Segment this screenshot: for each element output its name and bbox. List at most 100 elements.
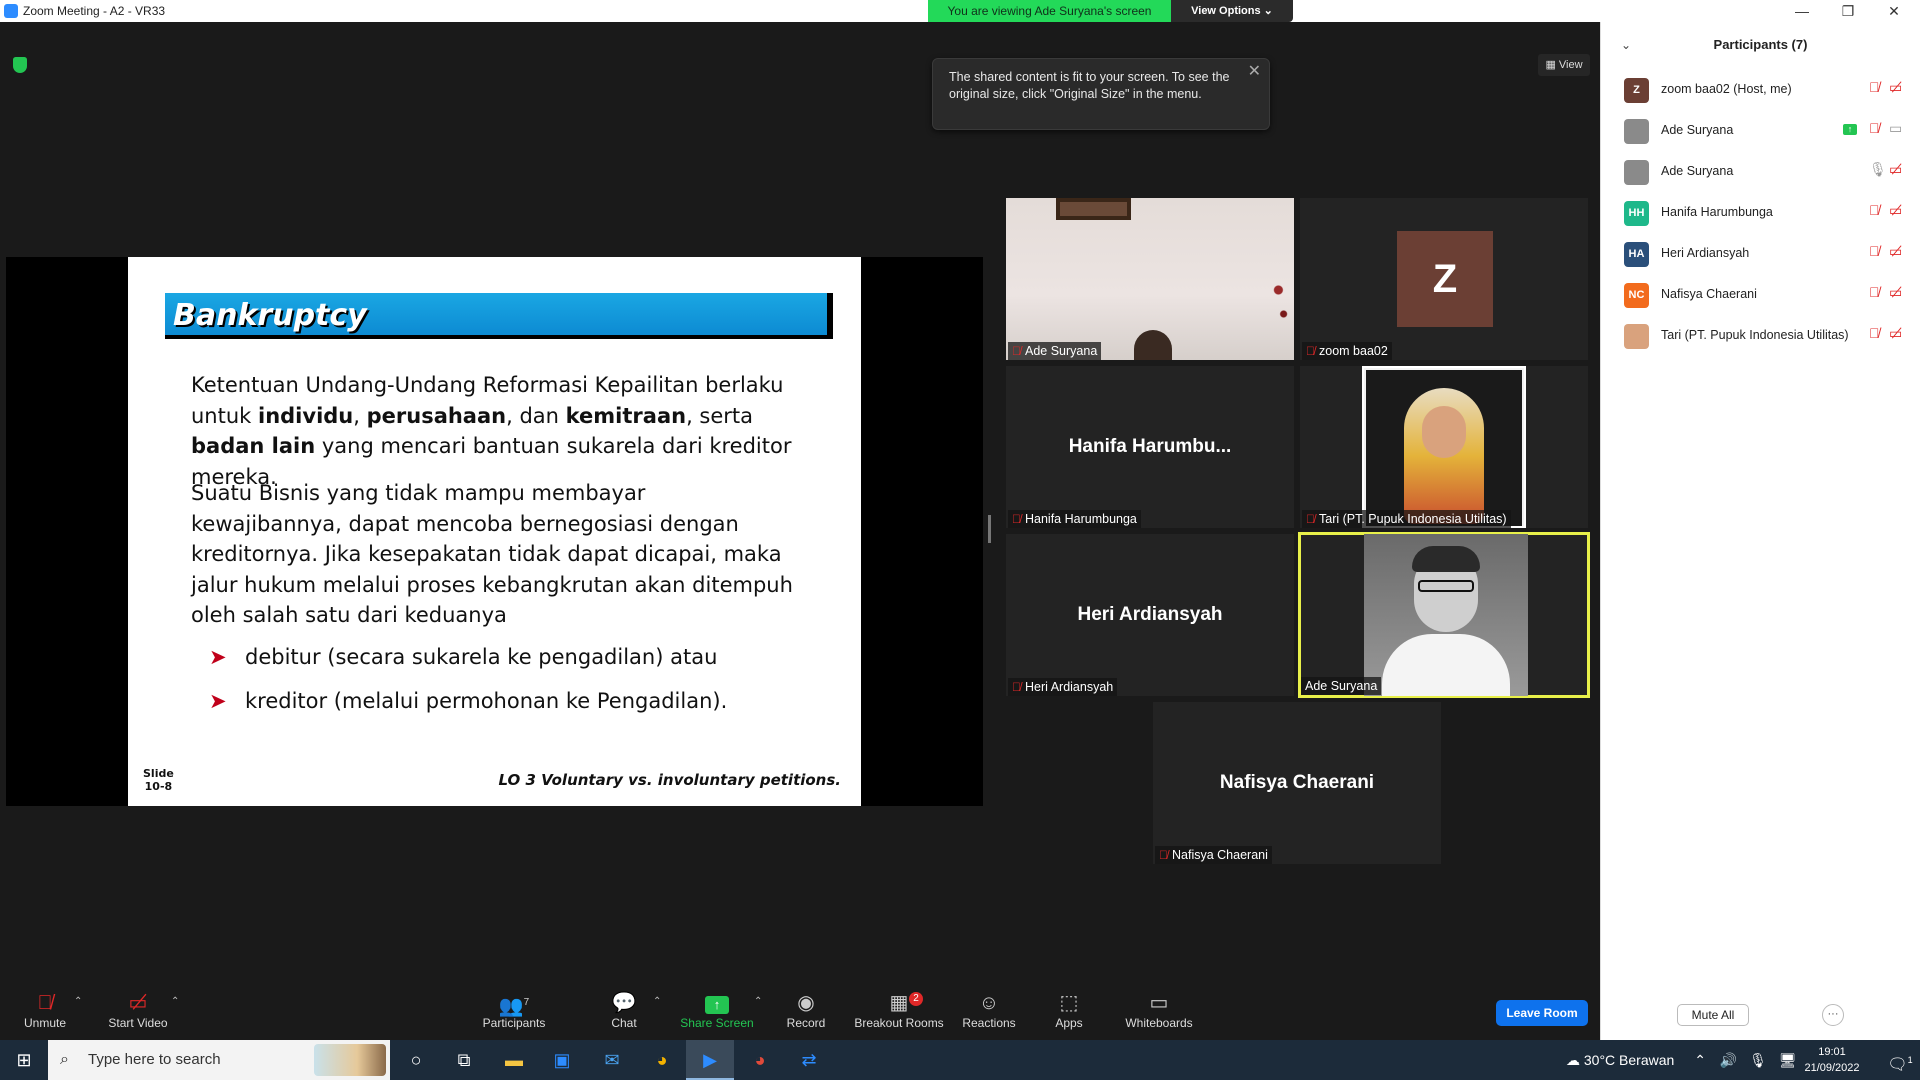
- video-tile-active-speaker[interactable]: Ade Suryana: [1298, 532, 1590, 698]
- chat-button[interactable]: 💬 Chat ⌃: [579, 990, 669, 1030]
- mic-on-icon[interactable]: 🎙: [1869, 161, 1887, 178]
- network-icon[interactable]: 🖥: [1779, 1052, 1797, 1068]
- close-button[interactable]: ✕: [1874, 2, 1914, 20]
- participant-name: Ade Suryana: [1661, 164, 1734, 178]
- breakout-rooms-button[interactable]: ▦ 2 Breakout Rooms: [853, 990, 945, 1030]
- notification-count: 1: [1907, 1055, 1913, 1065]
- participants-count: 7: [523, 997, 530, 1008]
- view-button[interactable]: ▦ View: [1538, 54, 1590, 76]
- reactions-button[interactable]: ☺ Reactions: [944, 990, 1034, 1030]
- video-tile[interactable]: 🎙̸ Tari (PT. Pupuk Indonesia Utilitas): [1300, 366, 1588, 528]
- split-view-handle[interactable]: [988, 515, 991, 543]
- search-icon: ⌕: [60, 1051, 69, 1068]
- chrome-icon[interactable]: ◕: [638, 1040, 686, 1080]
- video-tile[interactable]: Z 🎙̸ zoom baa02: [1300, 198, 1588, 360]
- video-off-icon[interactable]: ▭̸: [1889, 161, 1902, 178]
- zoom-app-icon: [4, 4, 18, 18]
- close-icon[interactable]: ✕: [1248, 63, 1261, 80]
- video-tile[interactable]: Heri Ardiansyah 🎙̸ Heri Ardiansyah: [1006, 534, 1294, 696]
- video-off-icon[interactable]: ▭̸: [1889, 284, 1902, 301]
- security-shield-icon[interactable]: [13, 57, 27, 73]
- name-tag: 🎙̸ Hanifa Harumbunga: [1008, 510, 1141, 528]
- reactions-icon: ☺: [978, 992, 1000, 1014]
- video-off-icon[interactable]: ▭̸: [1889, 325, 1902, 342]
- participant-row[interactable]: Ade Suryana 🎙 ▭̸: [1601, 151, 1920, 192]
- chevron-up-icon[interactable]: ⌃: [171, 996, 179, 1007]
- view-options-button[interactable]: View Options ⌄: [1171, 0, 1293, 22]
- chrome-profile-icon[interactable]: ◕: [736, 1040, 784, 1080]
- zoom-taskbar-icon[interactable]: ▶: [686, 1040, 734, 1080]
- slide-number-value: 10-8: [144, 780, 173, 793]
- shared-screen[interactable]: Bankruptcy Ketentuan Undang-Undang Refor…: [6, 257, 983, 806]
- weather-text[interactable]: 30°C Berawan: [1584, 1052, 1674, 1068]
- mic-muted-icon[interactable]: 🎙̸: [1869, 202, 1880, 218]
- mic-muted-icon[interactable]: 🎙̸: [1869, 284, 1880, 300]
- date: 21/09/2022: [1804, 1062, 1860, 1074]
- mic-muted-icon[interactable]: 🎙̸: [1869, 120, 1880, 136]
- microphone-icon[interactable]: 🎙: [1749, 1052, 1767, 1068]
- minimize-button[interactable]: —: [1782, 2, 1822, 20]
- participant-row[interactable]: HA Heri Ardiansyah 🎙̸ ▭̸: [1601, 233, 1920, 274]
- participant-name: Ade Suryana: [1305, 679, 1378, 693]
- video-tile[interactable]: Nafisya Chaerani 🎙̸ Nafisya Chaerani: [1153, 702, 1441, 864]
- participant-row[interactable]: Ade Suryana ↑ 🎙̸ ▭: [1601, 110, 1920, 151]
- avatar: NC: [1624, 283, 1649, 308]
- name-tag: Ade Suryana: [1301, 677, 1382, 695]
- participants-panel: ⌄ Participants (7) Z zoom baa02 (Host, m…: [1600, 22, 1920, 1040]
- video-off-icon[interactable]: ▭̸: [1889, 79, 1902, 96]
- weather-icon[interactable]: ☁: [1566, 1052, 1584, 1068]
- teamviewer-icon[interactable]: ⇄: [785, 1040, 833, 1080]
- start-video-button[interactable]: ▭̸ Start Video ⌃: [93, 990, 183, 1030]
- leave-room-button[interactable]: Leave Room: [1496, 1000, 1588, 1026]
- mic-muted-icon[interactable]: 🎙̸: [1869, 243, 1880, 259]
- video-off-icon[interactable]: ▭̸: [1889, 202, 1902, 219]
- video-tile[interactable]: 🎙̸ Ade Suryana: [1006, 198, 1294, 360]
- bold-text: kemitraan: [565, 403, 687, 428]
- apps-icon: ⬚: [1059, 992, 1079, 1014]
- panel-title: Participants (7): [1713, 37, 1808, 52]
- breakout-rooms-icon: ▦: [889, 992, 909, 1014]
- apps-button[interactable]: ⬚ Apps: [1024, 990, 1114, 1030]
- volume-icon[interactable]: 🔊: [1720, 1052, 1737, 1068]
- video-tile[interactable]: Hanifa Harumbu... 🎙̸ Hanifa Harumbunga: [1006, 366, 1294, 528]
- task-view-icon[interactable]: ⧉: [440, 1040, 488, 1080]
- more-options-button[interactable]: ···: [1822, 1004, 1844, 1026]
- mail-icon[interactable]: ✉: [588, 1040, 636, 1080]
- participant-display-name: Hanifa Harumbu...: [1068, 436, 1232, 457]
- mic-muted-icon: 🎙̸: [1012, 680, 1021, 694]
- bold-text: individu: [258, 403, 354, 428]
- avatar: HA: [1624, 242, 1649, 267]
- participant-row[interactable]: Tari (PT. Pupuk Indonesia Utilitas) 🎙̸ ▭…: [1601, 315, 1920, 356]
- cortana-icon[interactable]: ○: [392, 1040, 440, 1080]
- participant-name: zoom baa02 (Host, me): [1661, 82, 1792, 96]
- notification-center-icon[interactable]: 🗨1: [1880, 1040, 1920, 1080]
- chevron-up-icon[interactable]: ⌃: [653, 996, 661, 1007]
- participants-button[interactable]: 👥7 Participants: [469, 990, 559, 1030]
- participant-row[interactable]: NC Nafisya Chaerani 🎙̸ ▭̸: [1601, 274, 1920, 315]
- windows-taskbar: ⊞ ⌕ Type here to search ○ ⧉ ▬ ▣ ✉ ◕ ▶ ◕ …: [0, 1040, 1920, 1080]
- mic-muted-icon[interactable]: 🎙̸: [1869, 325, 1880, 341]
- video-on-icon[interactable]: ▭: [1889, 120, 1902, 137]
- mic-muted-icon[interactable]: 🎙̸: [1869, 79, 1880, 95]
- chevron-up-icon[interactable]: ⌃: [1694, 1052, 1706, 1068]
- breakout-badge: 2: [909, 992, 923, 1006]
- bullet-arrow-icon: ➤: [209, 689, 227, 713]
- record-button[interactable]: ◉ Record: [761, 990, 851, 1030]
- whiteboards-button[interactable]: ▭ Whiteboards: [1114, 990, 1204, 1030]
- share-screen-button[interactable]: ↑ Share Screen ⌃: [672, 990, 762, 1030]
- chevron-up-icon[interactable]: ⌃: [74, 996, 82, 1007]
- file-explorer-icon[interactable]: ▬: [490, 1040, 538, 1080]
- clock[interactable]: 19:01 21/09/2022: [1800, 1044, 1864, 1076]
- system-tray: ☁ 30°C Berawan ⌃ 🔊 🎙 🖥: [1566, 1040, 1797, 1080]
- unmute-button[interactable]: 🎙̸ Unmute ⌃: [0, 990, 90, 1030]
- video-off-icon[interactable]: ▭̸: [1889, 243, 1902, 260]
- mute-all-button[interactable]: Mute All: [1677, 1004, 1749, 1026]
- participant-row[interactable]: HH Hanifa Harumbunga 🎙̸ ▭̸: [1601, 192, 1920, 233]
- taskbar-search[interactable]: ⌕ Type here to search: [48, 1040, 390, 1080]
- restore-button[interactable]: ❐: [1828, 2, 1868, 20]
- microsoft-store-icon[interactable]: ▣: [538, 1040, 586, 1080]
- windows-start-icon[interactable]: ⊞: [0, 1040, 48, 1080]
- participant-row[interactable]: Z zoom baa02 (Host, me) 🎙̸ ▭̸: [1601, 69, 1920, 110]
- slide-paragraph-1: Ketentuan Undang-Undang Reformasi Kepail…: [191, 370, 831, 492]
- participant-display-name: Nafisya Chaerani: [1219, 772, 1375, 793]
